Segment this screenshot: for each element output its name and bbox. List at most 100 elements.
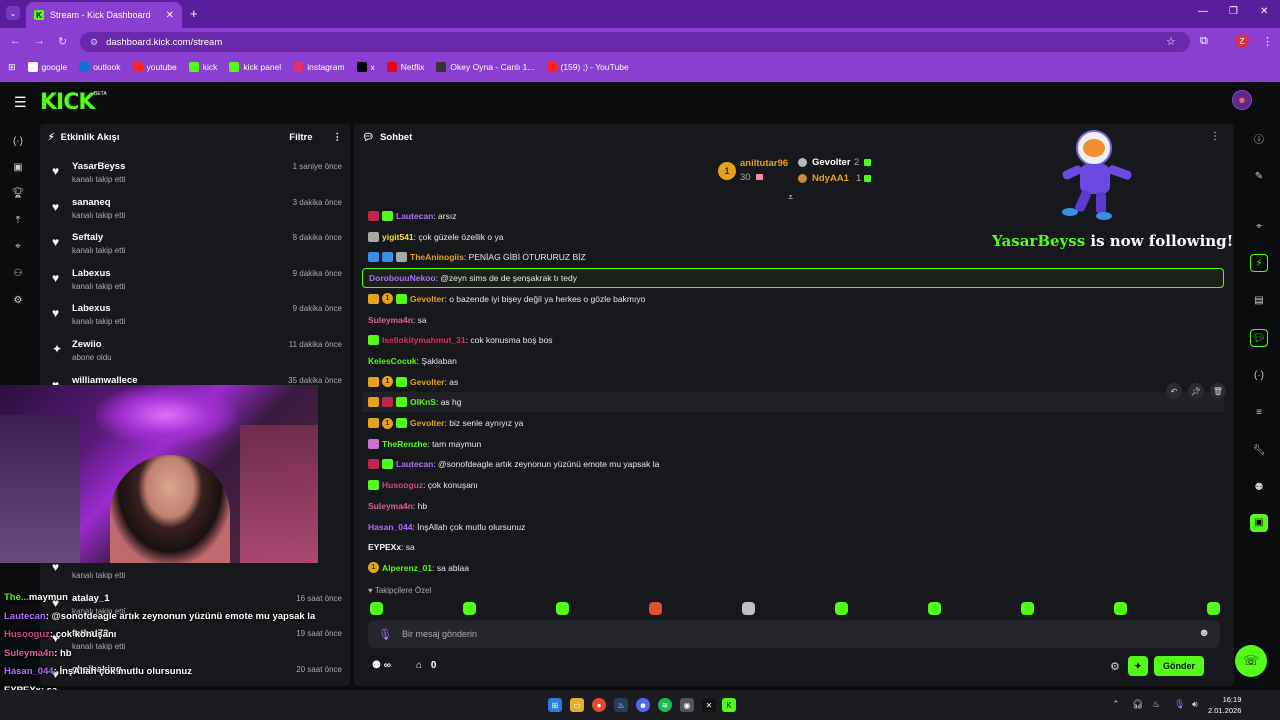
user-avatar[interactable]: ☻ bbox=[1232, 90, 1252, 110]
chat-message[interactable]: Suleyma4n: hb bbox=[362, 496, 1224, 516]
emoji-icon[interactable]: ☻ bbox=[1198, 627, 1210, 639]
spotify-icon[interactable]: ≋ bbox=[658, 698, 672, 712]
chat-username[interactable]: EYPEXx bbox=[368, 542, 401, 552]
feed-item[interactable]: ♥ sananeq kanalı takip etti 3 dakika önce bbox=[40, 194, 350, 230]
dashboard-icon[interactable]: ▣ bbox=[10, 162, 26, 178]
feed-item[interactable]: ✦ Zewiio abone oldu 11 dakika önce bbox=[40, 336, 350, 372]
emote-icon[interactable] bbox=[1114, 602, 1127, 615]
tab-search-icon[interactable]: ⌄ bbox=[6, 6, 20, 20]
chevron-down-icon[interactable]: ⩡ bbox=[788, 192, 793, 203]
moderation-icon[interactable]: ⌖ bbox=[10, 241, 26, 257]
chat-username[interactable]: DorobouuNekoo bbox=[369, 273, 436, 283]
pin-icon[interactable]: 📌︎ bbox=[1188, 383, 1204, 399]
mic-tray-icon[interactable]: 🎙︎ bbox=[1174, 699, 1185, 710]
browser-menu-icon[interactable]: ⋮ bbox=[1262, 35, 1273, 48]
chat-username[interactable]: Suleyma4n bbox=[368, 501, 413, 511]
edit-icon[interactable]: ✎ bbox=[1250, 168, 1268, 186]
start-icon[interactable]: ⊞ bbox=[548, 698, 562, 712]
channel-points[interactable]: ⚉ ∞ bbox=[372, 660, 391, 671]
chat-message[interactable]: TheAninogiis: PENİAG GİBİ OTURURUZ BİZ bbox=[362, 247, 1224, 267]
new-tab-icon[interactable]: + bbox=[190, 6, 198, 21]
chat-username[interactable]: Husooguz bbox=[382, 480, 423, 490]
chat-username[interactable]: Lautecan bbox=[396, 459, 433, 469]
bookmark-item[interactable]: youtube bbox=[132, 62, 177, 72]
browser-tab[interactable]: K Stream - Kick Dashboard ✕ bbox=[26, 2, 182, 28]
filter-button[interactable]: Filtre bbox=[289, 132, 312, 143]
bookmark-star-icon[interactable]: ☆ bbox=[1166, 35, 1176, 48]
kick-app-icon[interactable]: K bbox=[722, 698, 736, 712]
steam-tray-icon[interactable]: ♨ bbox=[1152, 699, 1160, 710]
bookmark-item[interactable]: kick bbox=[188, 62, 217, 72]
info-icon[interactable]: ⓘ bbox=[1250, 132, 1268, 150]
reply-icon[interactable]: ↶ bbox=[1166, 383, 1182, 399]
upload-icon[interactable]: ⤒ bbox=[10, 215, 26, 231]
bookmark-item[interactable]: x bbox=[356, 62, 375, 72]
feed-item[interactable]: ♥ Labexus kanalı takip etti 9 dakika önce bbox=[40, 265, 350, 301]
chrome-icon[interactable]: ● bbox=[592, 698, 606, 712]
bookmark-item[interactable]: (159) ;) - YouTube bbox=[546, 62, 629, 72]
document-icon[interactable]: ▤ bbox=[1250, 292, 1268, 310]
mic-icon[interactable]: 🎙︎ bbox=[378, 628, 392, 641]
chat-message[interactable]: EYPEXx: sa bbox=[362, 537, 1224, 557]
discord-icon[interactable]: ☻ bbox=[636, 698, 650, 712]
volume-icon[interactable]: 🔊︎ bbox=[1192, 699, 1198, 710]
restore-icon[interactable]: ❐ bbox=[1229, 6, 1238, 17]
chat-username[interactable]: Isellokitymahmut_31 bbox=[382, 335, 466, 345]
bookmark-item[interactable]: instagram bbox=[293, 62, 345, 72]
extensions-icon[interactable]: ⧉ bbox=[1200, 35, 1208, 48]
chat-input[interactable]: 🎙︎ Bir mesaj gönderin ☻ bbox=[368, 620, 1220, 648]
emote-icon[interactable] bbox=[556, 602, 569, 615]
chat-username[interactable]: Alperenz_01 bbox=[382, 563, 432, 573]
chat-username[interactable]: Hasan_044 bbox=[368, 522, 412, 532]
emote-icon[interactable] bbox=[649, 602, 662, 615]
feed-item[interactable]: ♥ YasarBeyss kanalı takip etti 1 saniye önc… bbox=[40, 158, 350, 194]
chat-message[interactable]: OlKnS: as hg bbox=[362, 392, 1224, 413]
chat-username[interactable]: Gevolter bbox=[410, 418, 445, 428]
chat-username[interactable]: TheAninogiis bbox=[410, 252, 464, 262]
community-icon[interactable]: ⚇ bbox=[10, 268, 26, 284]
chat-username[interactable]: TheRenzhe bbox=[382, 439, 427, 449]
close-window-icon[interactable]: ✕ bbox=[1260, 6, 1268, 17]
back-icon[interactable]: ← bbox=[10, 35, 21, 47]
chat-username[interactable]: Suleyma4n bbox=[368, 315, 413, 325]
chat-username[interactable]: Gevolter bbox=[410, 294, 445, 304]
kick-emote-icon[interactable]: ✦ bbox=[1128, 656, 1148, 676]
menu-icon[interactable]: ☰ bbox=[14, 94, 27, 111]
tray-chevron-icon[interactable]: ⌃ bbox=[1112, 699, 1120, 710]
bookmark-item[interactable]: Netflix bbox=[386, 62, 424, 72]
live-icon[interactable]: (·) bbox=[10, 136, 26, 152]
chat-menu-icon[interactable]: ⋮ bbox=[1210, 131, 1220, 142]
minimize-icon[interactable]: — bbox=[1198, 6, 1208, 17]
system-clock[interactable]: 16:19 2.01.2026 bbox=[1208, 694, 1241, 716]
bookmark-item[interactable]: outlook bbox=[79, 62, 121, 72]
chat-username[interactable]: Gevolter bbox=[410, 377, 445, 387]
emote-icon[interactable] bbox=[1021, 602, 1034, 615]
stack-icon[interactable]: ≡ bbox=[1250, 404, 1268, 422]
chat-username[interactable]: KelesCocuk bbox=[368, 356, 417, 366]
trophy-icon[interactable]: 🏆︎ bbox=[10, 188, 26, 204]
chat-message[interactable]: Hasan_044: İnşAllah çok mutlu olursunuz bbox=[362, 517, 1224, 537]
bookmark-item[interactable]: google bbox=[27, 62, 67, 72]
emote-icon[interactable] bbox=[1207, 602, 1220, 615]
bookmark-item[interactable]: kick panel bbox=[229, 62, 281, 72]
chat-panel-icon[interactable]: 💬︎ bbox=[1250, 329, 1268, 347]
chat-message[interactable]: 1 Alperenz_01: sa ablaa bbox=[362, 558, 1224, 578]
kick-logo[interactable]: KICK bbox=[40, 90, 95, 115]
wrench-icon[interactable]: 🔧︎ bbox=[1250, 442, 1268, 460]
emote-icon[interactable] bbox=[928, 602, 941, 615]
feed-item[interactable]: ♥ Seftaly kanalı takip etti 8 dakika önce bbox=[40, 229, 350, 265]
close-tab-icon[interactable]: ✕ bbox=[166, 10, 174, 21]
broadcast-icon[interactable]: (·) bbox=[1250, 367, 1268, 385]
bookmark-item[interactable]: Okey Oyna - Canlı 1... bbox=[436, 62, 535, 72]
emote-icon[interactable] bbox=[835, 602, 848, 615]
chat-message[interactable]: Husooguz: çok konuşanı bbox=[362, 475, 1224, 495]
chat-message[interactable]: 1 Gevolter: as bbox=[362, 372, 1224, 392]
reload-icon[interactable]: ↻ bbox=[58, 35, 67, 48]
bolt-panel-icon[interactable]: ⚡︎ bbox=[1250, 254, 1268, 272]
store-button[interactable]: ⌂ 0 bbox=[416, 660, 436, 671]
chat-username[interactable]: yigit541 bbox=[382, 232, 414, 242]
chat-message[interactable]: yigit541: çok güzele özellik o ya bbox=[362, 227, 1224, 247]
share-icon[interactable]: ⚉ bbox=[1250, 479, 1268, 497]
chat-message[interactable]: 1 Gevolter: o bazende iyi bişey değil ya … bbox=[362, 289, 1224, 309]
chat-message[interactable]: Lautecan: @sonofdeagle artık zeynonun yü… bbox=[362, 454, 1224, 474]
